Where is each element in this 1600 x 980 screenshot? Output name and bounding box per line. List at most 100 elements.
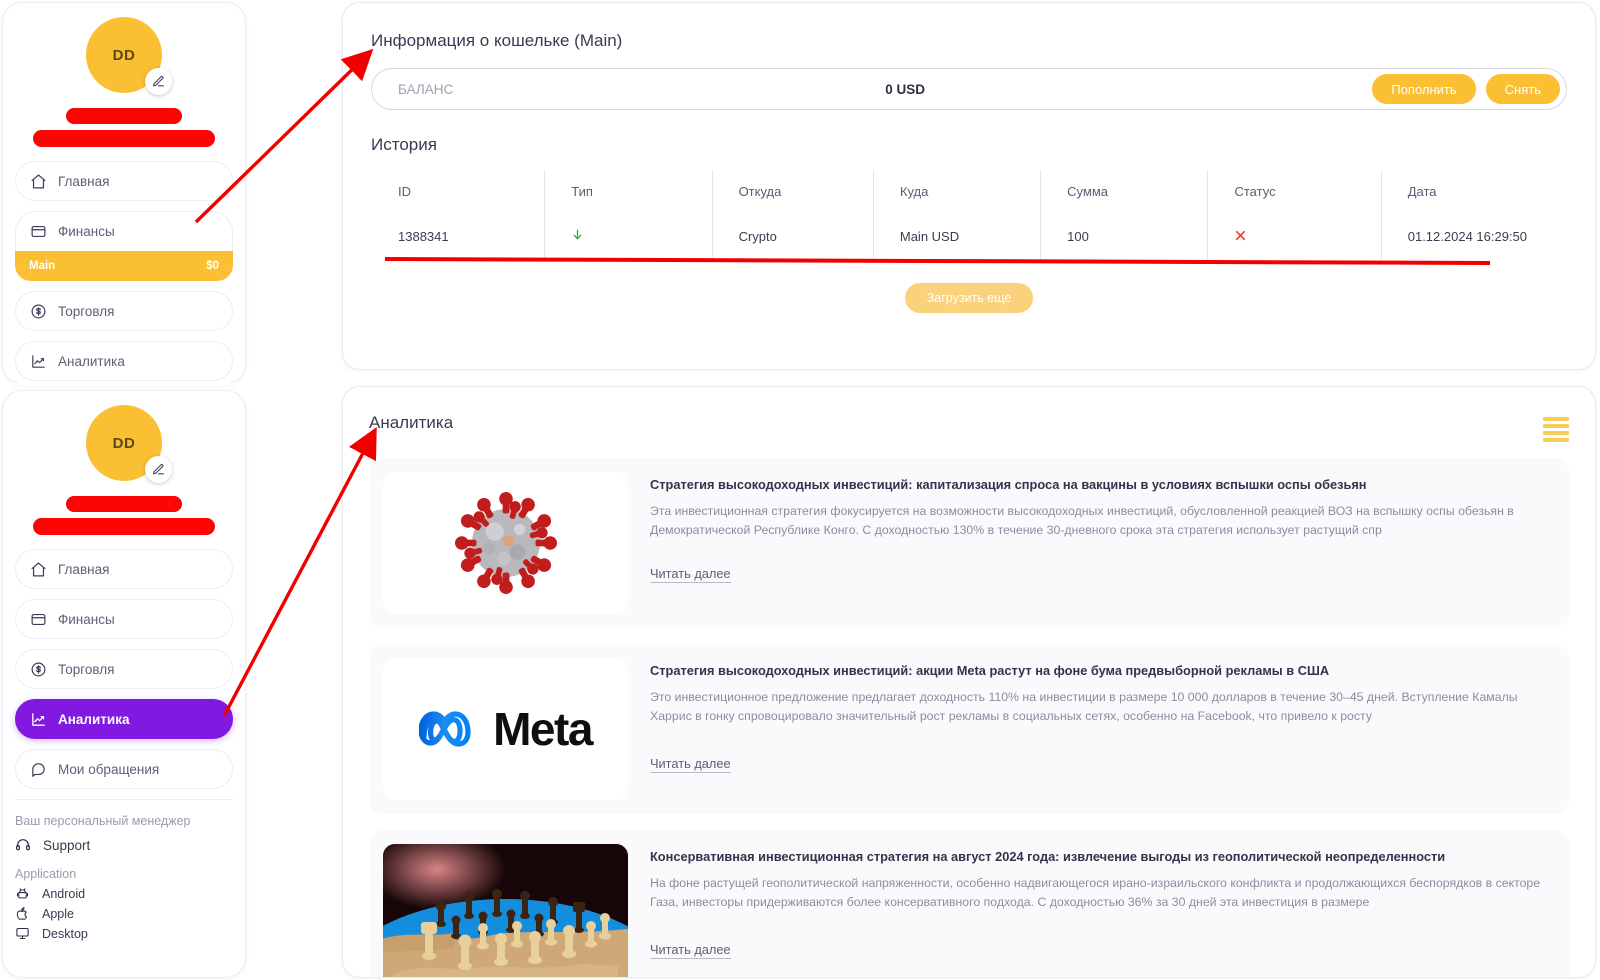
sidebar-item-tickets[interactable]: Мои обращения	[15, 749, 233, 789]
arrow-down-icon	[571, 229, 584, 246]
sidebar-item-label: Главная	[58, 173, 110, 189]
sidebar-item-trading[interactable]: Торговля	[15, 649, 233, 689]
sidebar-item-analytics[interactable]: Аналитика	[15, 341, 233, 381]
app-screenshot: DD Главная Финансы Main $0 Торговля Анал…	[0, 0, 1600, 980]
cell-from: Crypto	[712, 213, 874, 260]
sidebar-item-analytics[interactable]: Аналитика	[15, 699, 233, 739]
avatar[interactable]: DD	[86, 405, 172, 483]
home-icon	[31, 562, 46, 576]
wallet-chip-main[interactable]: Main $0	[15, 251, 233, 281]
chess-globe-icon	[383, 844, 628, 977]
wallet-icon	[31, 613, 46, 625]
col-type: Тип	[544, 170, 713, 213]
sidebar-top: DD Главная Финансы Main $0 Торговля Анал…	[2, 2, 246, 384]
table-header-row: ID Тип Откуда Куда Сумма Статус Дата	[372, 170, 1566, 213]
cell-to: Main USD	[873, 213, 1042, 260]
cell-amount: 100	[1040, 213, 1209, 260]
wallet-chip-amount: $0	[206, 260, 219, 272]
cell-type	[544, 213, 713, 260]
balance-value: 0 USD	[885, 81, 926, 97]
sidebar-nav-bottom: Главная Финансы Торговля Аналитика Мои о…	[3, 549, 245, 789]
analytics-title: Аналитика	[369, 413, 454, 432]
balance-label: БАЛАНС	[398, 81, 454, 97]
hamburger-menu-icon[interactable]	[1543, 413, 1569, 442]
coronavirus-icon	[454, 492, 557, 594]
support-link[interactable]: Support	[3, 828, 245, 853]
deposit-button[interactable]: Пополнить	[1372, 74, 1476, 104]
col-date: Дата	[1407, 184, 1437, 199]
app-link-android[interactable]: Android	[3, 881, 245, 901]
article-thumbnail: Meta	[383, 658, 628, 800]
withdraw-button[interactable]: Снять	[1485, 74, 1560, 104]
table-row[interactable]: 1388341 Crypto Main USD 100 01.12.2024 1…	[372, 213, 1566, 260]
list-item[interactable]: Meta Стратегия высокодоходных инвестиций…	[369, 644, 1569, 814]
avatar-wrapper: DD	[3, 17, 245, 95]
article-thumbnail	[383, 844, 628, 977]
article-body: Консервативная инвестиционная стратегия …	[650, 844, 1551, 977]
sidebar-item-label: Торговля	[58, 661, 115, 677]
support-label: Support	[43, 837, 91, 853]
meta-wordmark: Meta	[493, 703, 593, 755]
avatar[interactable]: DD	[86, 17, 172, 95]
sidebar-group-finance: Финансы Main $0	[15, 211, 233, 281]
balance-bar: БАЛАНС 0 USD Пополнить Снять	[371, 68, 1567, 110]
sidebar-item-label: Финансы	[58, 224, 115, 239]
article-description: Это инвестиционное предложение предлагае…	[650, 690, 1518, 724]
history-table: ID Тип Откуда Куда Сумма Статус Дата 138…	[371, 169, 1567, 261]
sidebar-item-trading[interactable]: Торговля	[15, 291, 233, 331]
analytics-header: Аналитика	[369, 413, 1569, 442]
chart-line-icon	[32, 354, 45, 368]
sidebar-item-finance[interactable]: Финансы	[15, 211, 233, 251]
android-icon	[16, 888, 29, 899]
read-more-link[interactable]: Читать далее	[650, 756, 731, 774]
dollar-circle-icon	[31, 304, 46, 318]
pencil-icon[interactable]	[145, 456, 172, 483]
meta-logo-icon: Meta	[419, 702, 593, 756]
read-more-link[interactable]: Читать далее	[650, 566, 731, 584]
app-link-apple[interactable]: Apple	[3, 901, 245, 921]
col-from: Откуда	[712, 170, 874, 213]
analytics-card: Аналитика Стратегия высокодоходных инвес…	[342, 386, 1596, 978]
chart-line-icon	[32, 712, 45, 726]
sidebar-item-label: Финансы	[58, 611, 115, 627]
sidebar-item-home[interactable]: Главная	[15, 161, 233, 201]
article-description: Эта инвестиционная стратегия фокусируетс…	[650, 504, 1514, 538]
redacted-email-bar	[33, 518, 215, 535]
article-title: Стратегия высокодоходных инвестиций: акц…	[650, 663, 1330, 678]
avatar-wrapper-2: DD	[3, 405, 245, 483]
pencil-icon[interactable]	[145, 68, 172, 95]
avatar-initials: DD	[112, 434, 136, 452]
sidebar-item-label: Мои обращения	[58, 761, 160, 777]
application-label: Application	[15, 867, 77, 881]
wallet-info-card: Информация о кошельке (Main) БАЛАНС 0 US…	[342, 2, 1596, 370]
sidebar-item-finance[interactable]: Финансы	[15, 599, 233, 639]
dollar-circle-icon	[31, 662, 46, 676]
cross-icon	[1234, 229, 1247, 245]
redacted-name-bar	[66, 108, 182, 124]
app-link-desktop[interactable]: Desktop	[3, 921, 245, 941]
read-more-link[interactable]: Читать далее	[650, 942, 731, 960]
list-item[interactable]: Стратегия высокодоходных инвестиций: кап…	[369, 458, 1569, 628]
col-to: Куда	[873, 170, 1042, 213]
load-more-wrapper: Загрузить еще	[371, 283, 1567, 313]
meta-infinity-icon	[419, 711, 471, 747]
chat-bubble-icon	[32, 762, 45, 777]
apple-icon	[16, 907, 27, 920]
sidebar-item-label: Главная	[58, 561, 110, 577]
cell-date: 01.12.2024 16:29:50	[1407, 229, 1528, 244]
load-more-button[interactable]: Загрузить еще	[904, 283, 1034, 313]
article-title: Стратегия высокодоходных инвестиций: кап…	[650, 477, 1367, 492]
avatar-initials: DD	[112, 46, 136, 64]
cell-id: 1388341	[372, 213, 546, 260]
page-title: Информация о кошельке (Main)	[371, 31, 623, 50]
article-title: Консервативная инвестиционная стратегия …	[650, 849, 1446, 864]
sidebar-item-home[interactable]: Главная	[15, 549, 233, 589]
list-item[interactable]: Консервативная инвестиционная стратегия …	[369, 830, 1569, 977]
col-status: Статус	[1207, 170, 1382, 213]
col-id: ID	[372, 170, 546, 213]
history-title: История	[371, 135, 437, 154]
redacted-name-bar	[66, 496, 182, 512]
app-label: Android	[42, 886, 86, 901]
article-thumbnail	[383, 472, 628, 614]
wallet-chip-name: Main	[29, 260, 56, 272]
